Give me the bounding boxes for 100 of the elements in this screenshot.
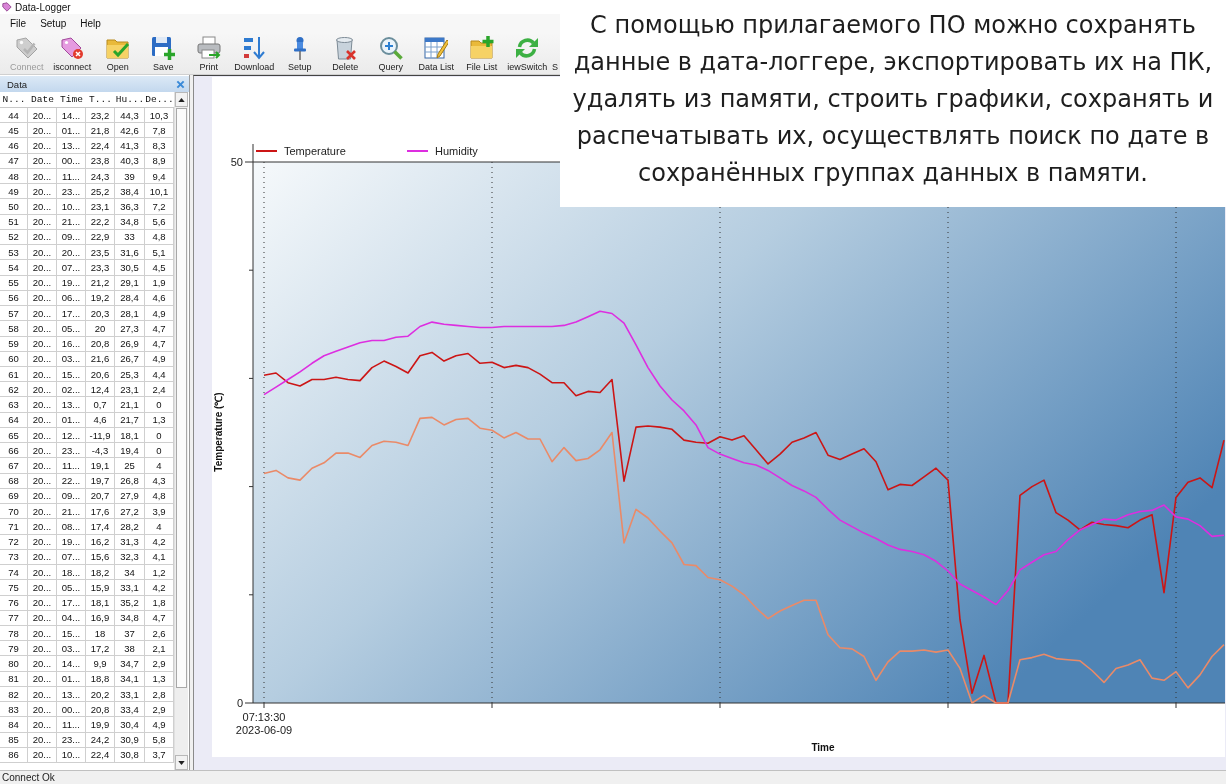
- table-cell: 20...: [28, 504, 57, 520]
- table-cell: 21,1: [115, 397, 145, 413]
- legend-label: Humidity: [435, 145, 478, 157]
- table-cell: 19,9: [86, 717, 115, 733]
- table-cell: 10...: [57, 199, 86, 215]
- table-cell: 09...: [57, 229, 86, 246]
- table-cell: 03...: [57, 351, 86, 367]
- table-cell: 27,3: [115, 321, 145, 337]
- column-header[interactable]: N...: [0, 92, 28, 108]
- toolbar-button[interactable]: iewSwitch: [504, 34, 550, 74]
- table-cell: 53: [0, 245, 28, 261]
- table-cell: 16,9: [86, 610, 115, 626]
- table-cell: 25,2: [86, 184, 115, 200]
- table-cell: 82: [0, 686, 28, 703]
- table-cell: 20...: [28, 214, 57, 230]
- axis-tick-label: 07:13:30 2023-06-09: [235, 711, 293, 736]
- toolbar-button[interactable]: S: [550, 34, 558, 74]
- refresh-icon: [515, 36, 540, 60]
- column-header[interactable]: T...: [86, 92, 115, 108]
- table-cell: 27,2: [115, 504, 145, 520]
- table-cell: 05...: [57, 580, 86, 596]
- toolbar-button[interactable]: Data List: [413, 34, 459, 74]
- menu-item[interactable]: Setup: [33, 17, 74, 30]
- table-cell: 41,3: [115, 138, 145, 154]
- table-cell: 20...: [28, 565, 57, 581]
- table-cell: 62: [0, 382, 28, 398]
- table-cell: 20...: [28, 397, 57, 413]
- table-cell: 0,7: [86, 397, 115, 413]
- table-cell: 71: [0, 519, 28, 535]
- table-cell: 32,3: [115, 549, 145, 566]
- table-cell: 15...: [57, 625, 86, 642]
- table-cell: 22,9: [86, 229, 115, 246]
- table-cell: 33,1: [115, 580, 145, 596]
- table-cell: 28,2: [115, 519, 145, 535]
- column-header[interactable]: Time: [57, 92, 86, 108]
- toolbar-button[interactable]: Download: [231, 34, 277, 74]
- table-cell: 08...: [57, 519, 86, 535]
- table-cell: 07...: [57, 549, 86, 566]
- menu-item[interactable]: File: [3, 17, 34, 30]
- table-cell: 52: [0, 229, 28, 246]
- table-cell: 20...: [28, 595, 57, 611]
- table-cell: 21,2: [86, 275, 115, 291]
- table-cell: 64: [0, 412, 28, 428]
- zoom-in-icon: [378, 36, 403, 60]
- table-cell: 85: [0, 732, 28, 748]
- table-cell: 61: [0, 367, 28, 383]
- table-cell: 14...: [57, 656, 86, 672]
- table-cell: 18,1: [86, 595, 115, 611]
- scroll-up-button[interactable]: [175, 92, 188, 107]
- table-cell: 27,9: [115, 488, 145, 505]
- table-cell: 15,6: [86, 549, 115, 566]
- scroll-down-button[interactable]: [175, 755, 188, 770]
- table-cell: 30,5: [115, 260, 145, 276]
- table-cell: 72: [0, 534, 28, 550]
- table-cell: 20...: [57, 245, 86, 261]
- table-cell: 20...: [28, 108, 57, 124]
- toolbar-button[interactable]: isconnect: [49, 34, 95, 74]
- table-cell: 21,7: [115, 412, 145, 428]
- table-cell: 01...: [57, 671, 86, 687]
- table-cell: 77: [0, 610, 28, 626]
- column-header[interactable]: Hu...: [115, 92, 145, 108]
- table-cell: 20...: [28, 610, 57, 626]
- table-cell: 22,2: [86, 214, 115, 230]
- printer-icon: [196, 36, 221, 60]
- folder-check-icon: [105, 36, 130, 60]
- toolbar-button[interactable]: File List: [459, 34, 505, 74]
- table-cell: 75: [0, 580, 28, 596]
- toolbar-button[interactable]: Setup: [277, 34, 323, 74]
- table-cell: 36,3: [115, 199, 145, 215]
- table-cell: 20...: [28, 275, 57, 291]
- close-icon[interactable]: [176, 79, 185, 89]
- table-cell: 05...: [57, 321, 86, 337]
- table-cell: 20,7: [86, 488, 115, 505]
- table-cell: 20...: [28, 473, 57, 489]
- table-cell: 42,6: [115, 123, 145, 139]
- table-cell: 20...: [28, 625, 57, 642]
- table-cell: 20...: [28, 717, 57, 733]
- scrollbar[interactable]: [174, 92, 188, 770]
- table-cell: 76: [0, 595, 28, 611]
- table-cell: 20...: [28, 580, 57, 596]
- table-cell: 03...: [57, 641, 86, 657]
- menu-item[interactable]: Help: [73, 17, 108, 30]
- table-cell: 57: [0, 306, 28, 322]
- toolbar-button[interactable]: Delete: [322, 34, 368, 74]
- table-cell: 18,2: [86, 565, 115, 581]
- table-cell: 20...: [28, 458, 57, 474]
- toolbar-button[interactable]: Query: [368, 34, 414, 74]
- scrollbar-thumb[interactable]: [176, 108, 187, 688]
- toolbar-button[interactable]: Save: [140, 34, 186, 74]
- table-cell: 25: [115, 458, 145, 474]
- table-cell: 16...: [57, 336, 86, 352]
- table-cell: 19...: [57, 534, 86, 550]
- table-cell: 33,1: [115, 686, 145, 703]
- toolbar-button[interactable]: Open: [95, 34, 141, 74]
- table-cell: 25,3: [115, 367, 145, 383]
- column-header[interactable]: Date: [28, 92, 57, 108]
- toolbar-button[interactable]: Print: [186, 34, 232, 74]
- table-cell: 23...: [57, 443, 86, 459]
- table-cell: 20,8: [86, 702, 115, 718]
- table-cell: 20...: [28, 488, 57, 505]
